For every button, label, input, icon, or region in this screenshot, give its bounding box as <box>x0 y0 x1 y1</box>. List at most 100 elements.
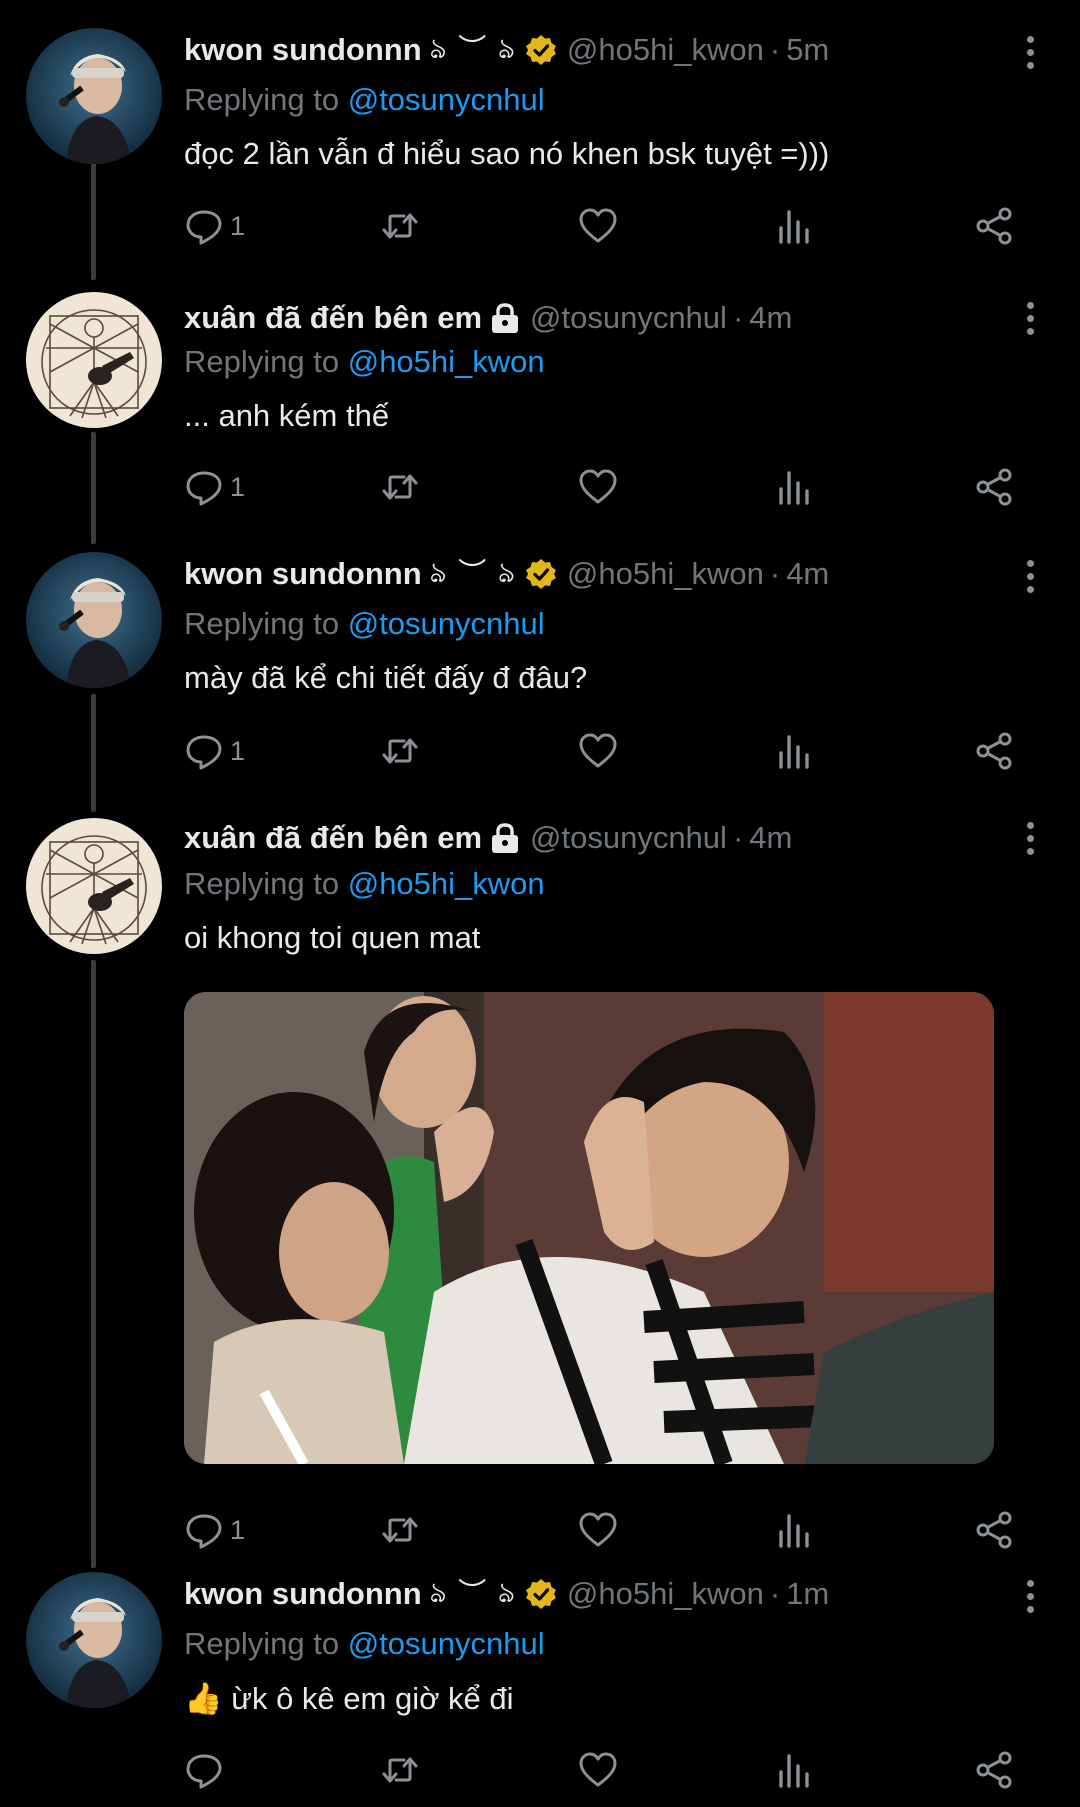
retweet-button[interactable] <box>380 1745 420 1795</box>
timestamp[interactable]: 5m <box>786 32 829 68</box>
verified-badge-icon <box>525 1579 556 1609</box>
tweet-text: ... anh kém thế <box>184 398 390 433</box>
share-icon <box>976 468 1012 506</box>
tweet-text: 👍 ừk ô kê em giờ kể đi <box>184 1681 514 1716</box>
reply-icon <box>186 471 222 506</box>
analytics-button[interactable] <box>774 726 814 776</box>
action-bar: 1 <box>184 201 1024 251</box>
avatar[interactable] <box>26 28 162 164</box>
timestamp[interactable]: 4m <box>749 820 792 856</box>
display-name[interactable]: kwon sundonnn <box>184 32 422 68</box>
display-name[interactable]: xuân đã đến bên em <box>184 820 482 856</box>
retweet-icon <box>382 474 418 500</box>
like-button[interactable] <box>578 462 618 512</box>
share-button[interactable] <box>974 1505 1014 1555</box>
reply-button[interactable]: 1 <box>184 726 245 776</box>
display-name[interactable]: xuân đã đến bên em <box>184 300 482 336</box>
tweet[interactable]: kwon sundonnn ঌ ︶ ঌ @ho5hi_kwon · 4m Rep… <box>0 532 1080 794</box>
handle[interactable]: @ho5hi_kwon <box>567 556 764 592</box>
retweet-icon <box>382 1517 418 1543</box>
more-icon[interactable] <box>1018 30 1042 74</box>
tweet[interactable]: xuân đã đến bên em @tosunycnhul · 4m Rep… <box>0 270 1080 532</box>
reply-button[interactable]: 1 <box>184 462 245 512</box>
avatar[interactable] <box>26 1572 162 1708</box>
share-button[interactable] <box>974 726 1014 776</box>
handle[interactable]: @ho5hi_kwon <box>567 32 764 68</box>
analytics-icon <box>779 1754 809 1788</box>
replying-mention[interactable]: @ho5hi_kwon <box>348 344 545 379</box>
name-decoration: ঌ ︶ ঌ <box>429 556 517 588</box>
replying-mention[interactable]: @ho5hi_kwon <box>348 866 545 901</box>
avatar-image-singer <box>26 1572 162 1708</box>
separator: · <box>732 300 744 335</box>
analytics-icon <box>779 471 809 505</box>
action-bar: 1 <box>184 462 1024 512</box>
tweet[interactable]: kwon sundonnn ঌ ︶ ঌ @ho5hi_kwon · 1m Rep… <box>0 1568 1080 1807</box>
tweet-text: đọc 2 lần vẫn đ hiểu sao nó khen bsk tuy… <box>184 136 830 171</box>
separator: · <box>769 556 781 591</box>
media-photo <box>184 992 994 1464</box>
timestamp[interactable]: 4m <box>786 556 829 592</box>
analytics-icon <box>779 1514 809 1548</box>
analytics-icon <box>779 210 809 244</box>
avatar[interactable] <box>26 552 162 688</box>
tweet[interactable]: kwon sundonnn ঌ ︶ ঌ @ho5hi_kwon · 5m Rep… <box>0 0 1080 270</box>
retweet-button[interactable] <box>380 462 420 512</box>
replying-mention[interactable]: @tosunycnhul <box>348 82 545 117</box>
retweet-icon <box>382 213 418 239</box>
like-button[interactable] <box>578 1505 618 1555</box>
handle[interactable]: @tosunycnhul <box>530 820 727 856</box>
like-icon <box>579 469 617 504</box>
like-button[interactable] <box>578 726 618 776</box>
avatar[interactable] <box>26 292 162 428</box>
like-button[interactable] <box>578 201 618 251</box>
like-button[interactable] <box>578 1745 618 1795</box>
reply-button[interactable]: 1 <box>184 1505 245 1555</box>
like-icon <box>579 208 617 243</box>
more-icon[interactable] <box>1018 1574 1042 1618</box>
reply-button[interactable] <box>184 1745 230 1795</box>
handle[interactable]: @ho5hi_kwon <box>567 1576 764 1612</box>
more-icon[interactable] <box>1018 816 1042 860</box>
display-name[interactable]: kwon sundonnn <box>184 1576 422 1612</box>
separator: · <box>732 820 744 855</box>
retweet-button[interactable] <box>380 726 420 776</box>
lock-icon <box>492 303 519 333</box>
analytics-button[interactable] <box>774 462 814 512</box>
replying-mention[interactable]: @tosunycnhul <box>348 606 545 641</box>
replying-to: Replying to @tosunycnhul <box>184 1626 545 1662</box>
retweet-icon <box>382 1757 418 1783</box>
more-icon[interactable] <box>1018 296 1042 340</box>
tweet-header: xuân đã đến bên em @tosunycnhul · 4m <box>184 296 792 340</box>
verified-badge-icon <box>525 559 556 589</box>
analytics-button[interactable] <box>774 201 814 251</box>
replying-to: Replying to @tosunycnhul <box>184 82 545 118</box>
replying-to: Replying to @ho5hi_kwon <box>184 344 545 380</box>
share-icon <box>976 732 1012 770</box>
share-button[interactable] <box>974 1745 1014 1795</box>
display-name[interactable]: kwon sundonnn <box>184 556 422 592</box>
action-bar: 1 <box>184 1505 1024 1555</box>
avatar-image-singer <box>26 28 162 164</box>
retweet-button[interactable] <box>380 201 420 251</box>
avatar[interactable] <box>26 818 162 954</box>
reply-icon <box>186 735 222 770</box>
reply-button[interactable]: 1 <box>184 201 245 251</box>
more-icon[interactable] <box>1018 554 1042 598</box>
lock-icon <box>492 823 519 853</box>
handle[interactable]: @tosunycnhul <box>530 300 727 336</box>
timestamp[interactable]: 4m <box>749 300 792 336</box>
tweet[interactable]: xuân đã đến bên em @tosunycnhul · 4m Rep… <box>0 794 1080 1568</box>
media-image[interactable] <box>184 992 994 1464</box>
avatar-image-singer <box>26 552 162 688</box>
tweet-header: kwon sundonnn ঌ ︶ ঌ @ho5hi_kwon · 5m <box>184 28 829 72</box>
analytics-button[interactable] <box>774 1505 814 1555</box>
retweet-button[interactable] <box>380 1505 420 1555</box>
share-button[interactable] <box>974 201 1014 251</box>
timestamp[interactable]: 1m <box>786 1576 829 1612</box>
retweet-icon <box>382 738 418 764</box>
analytics-button[interactable] <box>774 1745 814 1795</box>
replying-mention[interactable]: @tosunycnhul <box>348 1626 545 1661</box>
share-button[interactable] <box>974 462 1014 512</box>
reply-count: 1 <box>230 210 246 241</box>
